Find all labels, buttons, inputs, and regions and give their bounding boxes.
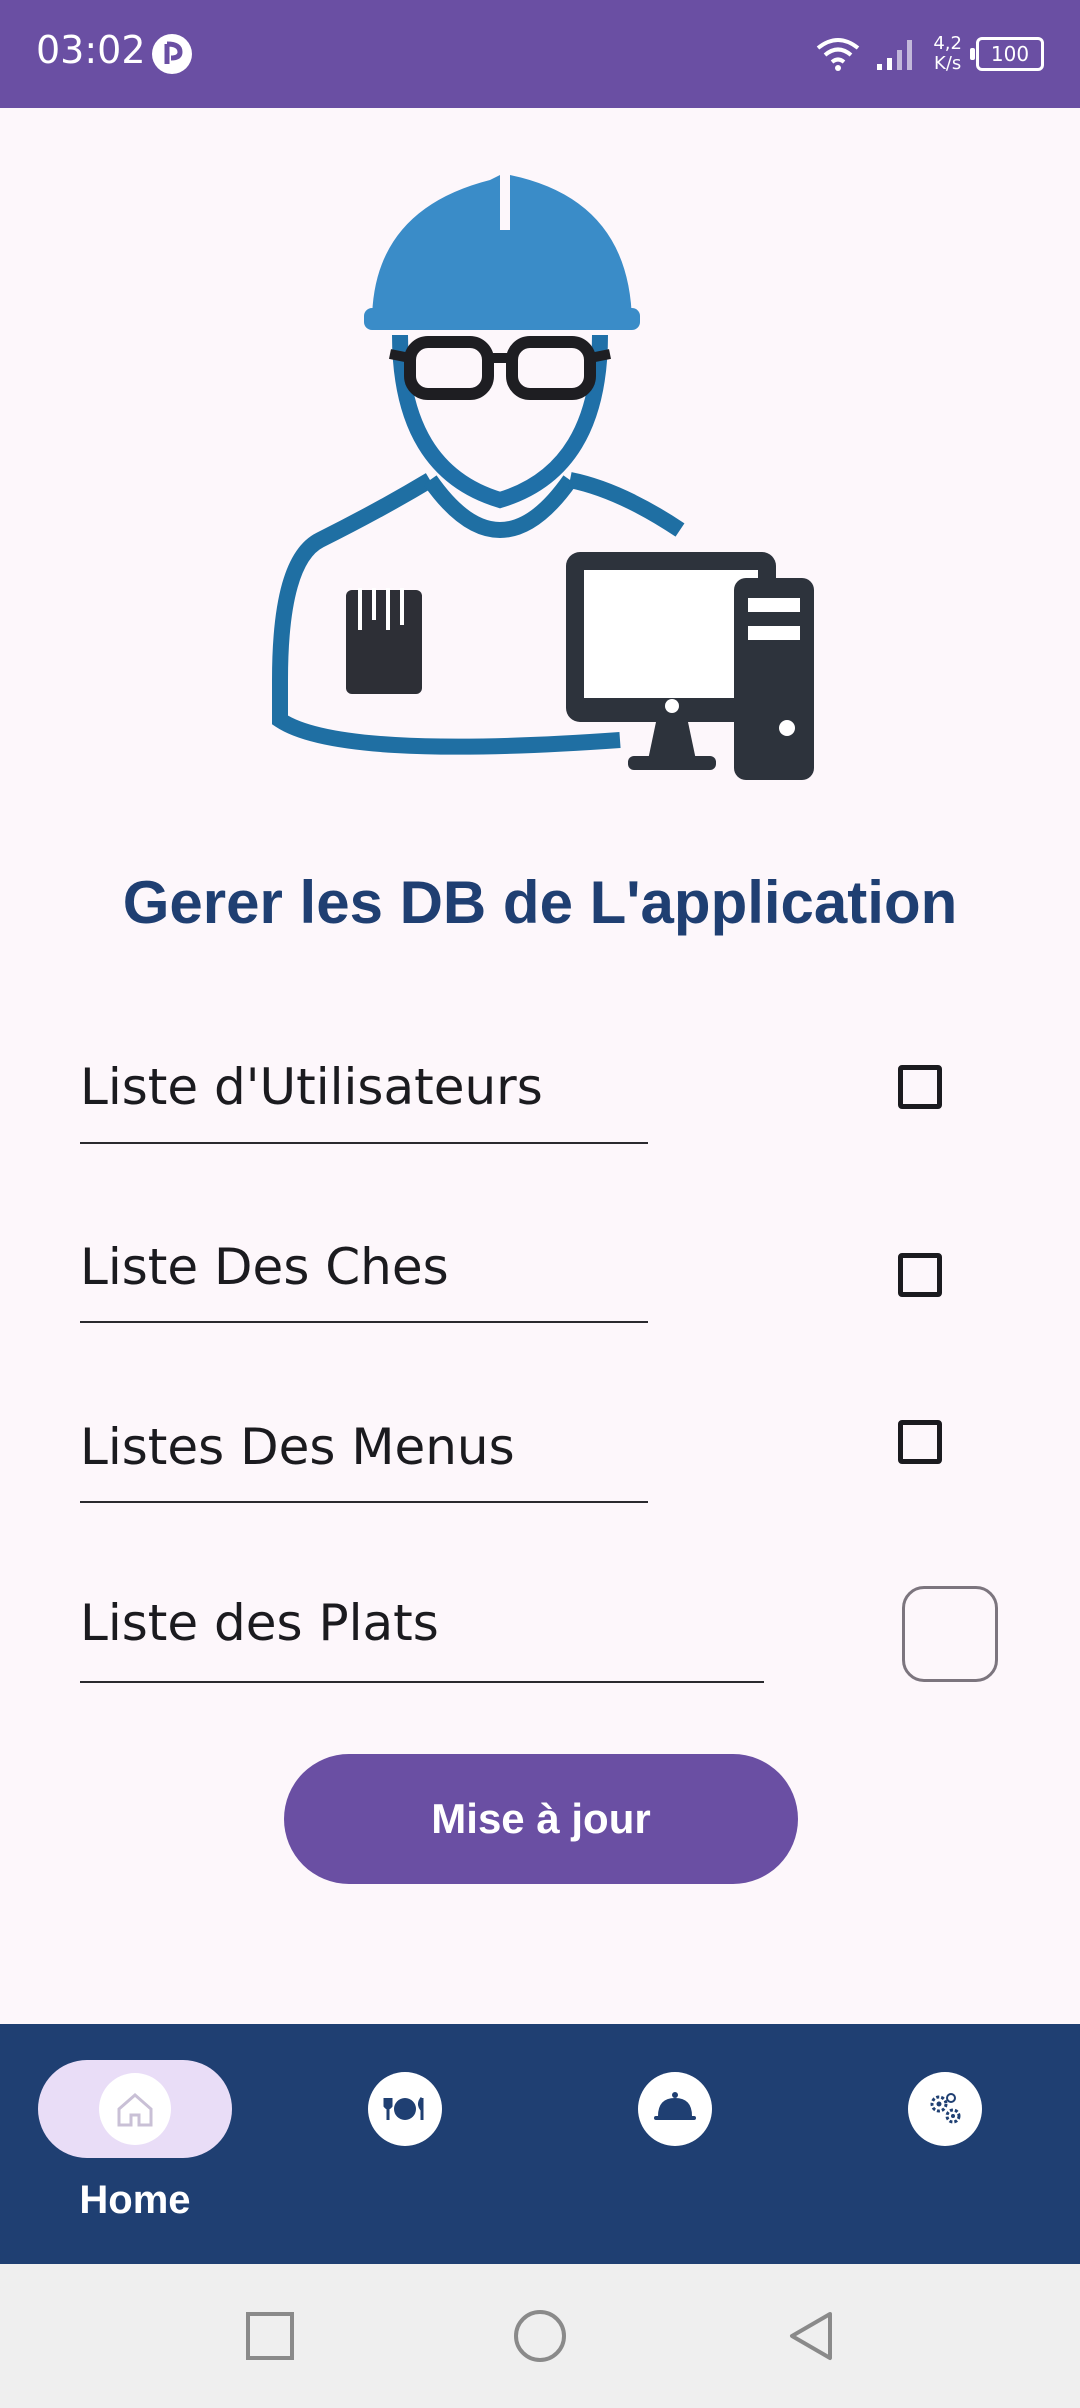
home-icon-background — [99, 2073, 171, 2145]
network-speed: 4,2 K/s — [933, 34, 962, 74]
menus-list-underline — [80, 1501, 648, 1503]
recent-apps-button[interactable] — [240, 2306, 300, 2366]
users-list-checkbox[interactable] — [898, 1065, 942, 1109]
page-title: Gerer les DB de L'application — [122, 869, 958, 936]
chefs-list-field[interactable]: Liste Des Ches — [80, 1238, 449, 1296]
back-button[interactable] — [780, 2306, 840, 2366]
nav-item-menus[interactable] — [638, 2072, 712, 2146]
nav-item-dishes[interactable] — [368, 2072, 442, 2146]
status-time: 03:02 — [36, 28, 146, 72]
home-system-button[interactable] — [510, 2306, 570, 2366]
app-notification-icon — [152, 34, 192, 74]
wifi-icon — [817, 38, 860, 71]
nav-item-settings[interactable] — [908, 2072, 982, 2146]
signal-icon — [877, 40, 913, 70]
settings-gears-icon — [930, 2093, 961, 2124]
bottom-navigation: Home — [0, 2024, 1080, 2264]
cloche-icon — [654, 2092, 696, 2120]
battery-icon: 100 — [970, 37, 1044, 71]
home-icon — [117, 2093, 153, 2127]
chefs-list-checkbox[interactable] — [898, 1253, 942, 1297]
network-speed-unit: K/s — [934, 53, 962, 74]
status-indicators: 4,2 K/s 100 — [815, 28, 1044, 80]
status-bar: 03:02 4,2 K/s 100 — [0, 0, 1080, 108]
users-list-field[interactable]: Liste d'Utilisateurs — [80, 1058, 543, 1116]
dishes-list-field[interactable]: Liste des Plats — [80, 1594, 439, 1652]
menus-list-checkbox[interactable] — [898, 1420, 942, 1464]
dishes-list-underline — [80, 1681, 764, 1683]
nav-home-label[interactable]: Home — [38, 2178, 232, 2223]
chefs-list-underline — [80, 1321, 648, 1323]
engineer-illustration — [272, 175, 814, 780]
update-button[interactable]: Mise à jour — [284, 1754, 798, 1884]
dishes-list-checkbox[interactable] — [902, 1586, 998, 1682]
network-speed-value: 4,2 — [933, 33, 962, 54]
dishes-icon — [383, 2097, 424, 2120]
menus-list-field[interactable]: Listes Des Menus — [80, 1418, 515, 1476]
nav-item-home[interactable] — [38, 2060, 232, 2158]
users-list-underline — [80, 1142, 648, 1144]
system-navigation-bar — [0, 2264, 1080, 2408]
